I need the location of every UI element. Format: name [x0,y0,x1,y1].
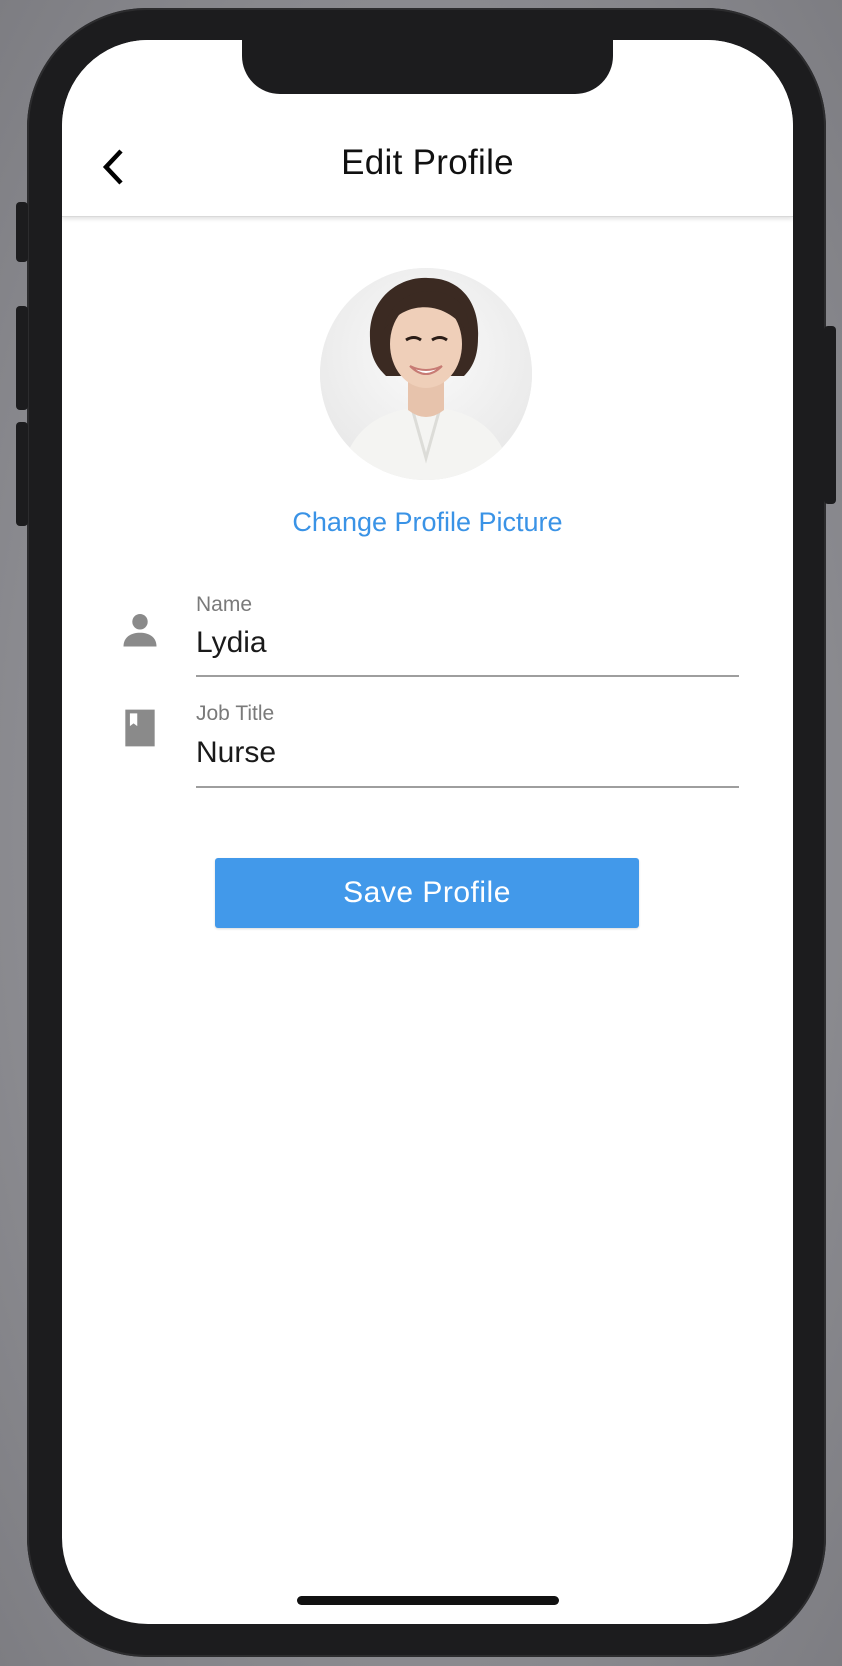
person-icon [123,614,157,647]
page-title: Edit Profile [341,143,514,182]
book-icon [125,709,155,747]
job-title-input[interactable] [196,736,739,770]
name-field-label: Name [196,593,253,616]
mute-switch [16,202,28,262]
name-field: Name [62,552,793,677]
avatar[interactable] [320,268,532,480]
power-button [824,326,836,504]
avatar-image [320,268,532,480]
device-notch [242,40,613,94]
home-indicator[interactable] [297,1596,559,1605]
job-title-field-label: Job Title [196,702,275,725]
volume-down-button [16,422,28,526]
change-profile-picture-link[interactable]: Change Profile Picture [62,507,793,538]
app-screen: Edit Profile Change Profile Picture Name… [62,40,793,1624]
job-title-field-underline [196,786,739,788]
job-title-field: Job Title [62,662,793,788]
name-input[interactable] [196,626,739,660]
volume-up-button [16,306,28,410]
save-profile-button[interactable]: Save Profile [215,858,639,928]
